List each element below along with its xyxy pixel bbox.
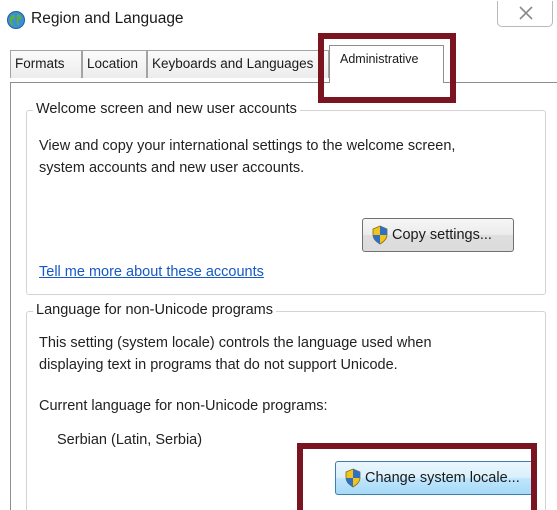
close-button[interactable] (497, 1, 553, 27)
non-unicode-description-line2: displaying text in programs that do not … (39, 357, 398, 373)
tab-label: Formats (15, 56, 65, 71)
current-language-value: Serbian (Latin, Serbia) (57, 432, 203, 448)
globe-icon (7, 11, 25, 29)
welcome-group-legend: Welcome screen and new user accounts (33, 101, 300, 117)
welcome-description-line2: system accounts and new user accounts. (39, 160, 305, 176)
tab-label: Location (87, 56, 139, 71)
copy-settings-button[interactable]: Copy settings... (362, 218, 514, 252)
change-locale-highlight (297, 443, 537, 510)
non-unicode-group-legend: Language for non-Unicode programs (33, 302, 276, 318)
uac-shield-icon (372, 225, 388, 245)
tab-administrative[interactable]: Administrative (329, 45, 444, 83)
copy-settings-label: Copy settings... (392, 227, 492, 243)
tab-strip: Formats Location Keyboards and Languages… (0, 45, 557, 83)
tell-me-more-link[interactable]: Tell me more about these accounts (39, 261, 264, 283)
close-icon (519, 6, 533, 20)
tab-location[interactable]: Location (82, 50, 147, 78)
window-title: Region and Language (31, 10, 184, 27)
tab-label: Keyboards and Languages (152, 56, 314, 71)
welcome-description-line1: View and copy your international setting… (39, 138, 456, 154)
title-bar: Region and Language (0, 0, 557, 40)
tab-formats[interactable]: Formats (10, 50, 82, 78)
non-unicode-description-line1: This setting (system locale) controls th… (39, 335, 432, 351)
tab-label: Administrative (340, 52, 419, 66)
tab-keyboards-languages[interactable]: Keyboards and Languages (147, 50, 329, 78)
current-language-label: Current language for non-Unicode program… (39, 398, 328, 414)
welcome-screen-groupbox: Welcome screen and new user accounts Vie… (26, 101, 546, 295)
region-language-window: Region and Language Formats Location Key… (0, 0, 557, 510)
